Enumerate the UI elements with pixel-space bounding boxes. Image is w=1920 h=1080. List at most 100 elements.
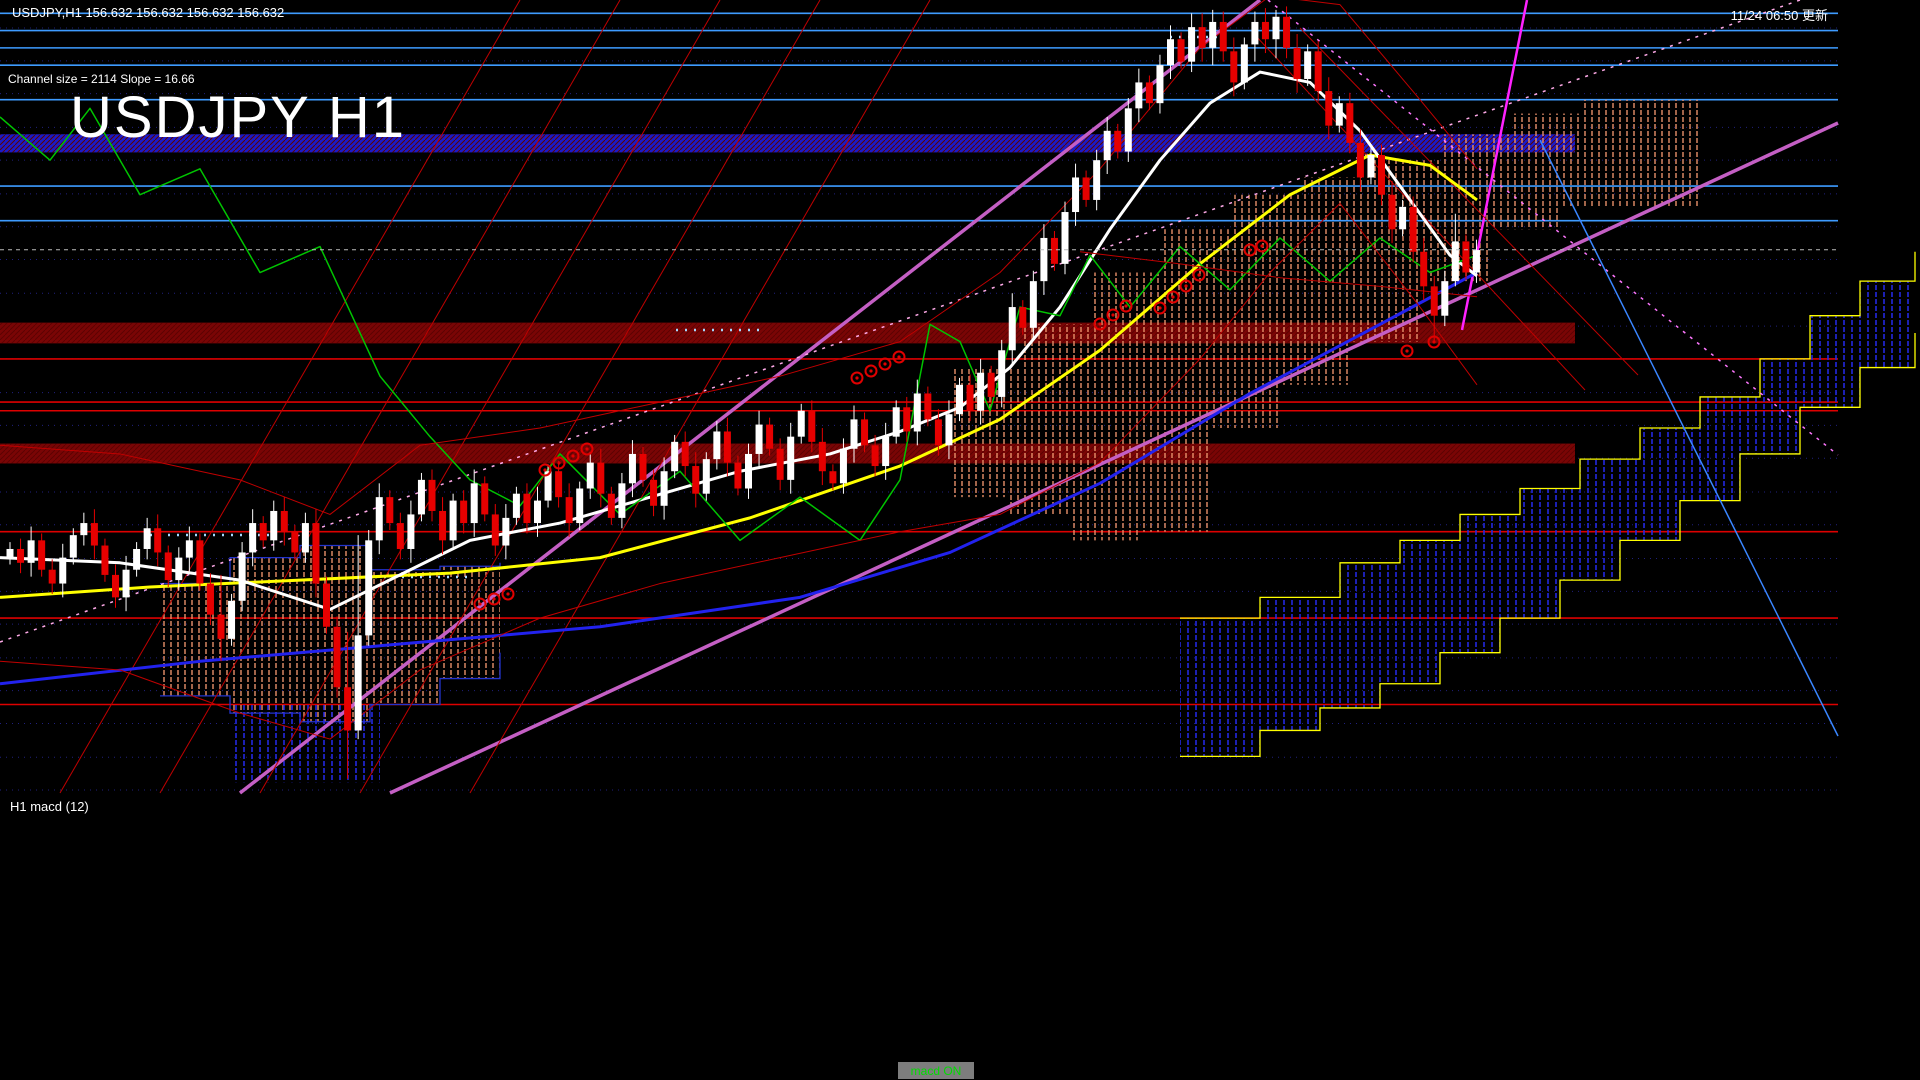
symbol-info: USDJPY,H1 156.632 156.632 156.632 156.63… xyxy=(12,5,284,20)
candle-body xyxy=(260,523,267,540)
candle-body xyxy=(38,540,45,569)
candle-body xyxy=(1304,51,1311,79)
candle-body xyxy=(70,535,77,557)
candle-body xyxy=(481,483,488,514)
candle-body xyxy=(861,419,868,445)
candle-body xyxy=(745,454,752,489)
candle-body xyxy=(587,463,594,489)
candle-body xyxy=(165,552,172,580)
candle-body xyxy=(1072,177,1079,212)
candle-body xyxy=(365,540,372,635)
candle-body xyxy=(123,570,130,598)
candle-body xyxy=(1146,82,1153,103)
signal-circle-dot xyxy=(897,355,900,358)
candle-body xyxy=(249,523,256,552)
candle-body xyxy=(1019,307,1026,328)
candle-body xyxy=(977,373,984,411)
candle-body xyxy=(566,497,573,523)
signal-circle-dot xyxy=(1405,349,1408,352)
candle-body xyxy=(840,449,847,484)
signal-circle-dot xyxy=(1098,322,1101,325)
candle-body xyxy=(133,549,140,570)
candle-body xyxy=(418,480,425,515)
candle-body xyxy=(502,518,509,546)
candle-body xyxy=(80,523,87,535)
candle-body xyxy=(1452,241,1459,281)
candle-body xyxy=(1167,39,1174,65)
trend-line[interactable] xyxy=(470,0,930,793)
candle-body xyxy=(1135,82,1142,108)
candle-body xyxy=(945,414,952,445)
candle-body xyxy=(756,425,763,454)
candle-body xyxy=(1325,91,1332,126)
signal-circle-dot xyxy=(1184,284,1187,287)
candle-body xyxy=(144,528,151,549)
candle-body xyxy=(629,454,636,483)
candle-body xyxy=(7,549,14,558)
candle-body xyxy=(1178,39,1185,61)
candle-body xyxy=(1378,155,1385,195)
candle-body xyxy=(608,494,615,518)
candle-body xyxy=(1030,281,1037,328)
signal-circle-dot xyxy=(1171,295,1174,298)
candle-body xyxy=(186,540,193,557)
candle-body xyxy=(967,385,974,411)
macd-on-button[interactable]: macd ON xyxy=(898,1062,974,1079)
candle-body xyxy=(1104,131,1111,160)
candle-body xyxy=(787,437,794,480)
candle-body xyxy=(935,419,942,445)
candle-body xyxy=(344,687,351,730)
candle-body xyxy=(355,635,362,730)
candle-body xyxy=(302,523,309,552)
candle-body xyxy=(1473,250,1480,272)
candle-body xyxy=(323,584,330,627)
price-chart-svg xyxy=(0,0,1920,1080)
signal-circle-dot xyxy=(883,362,886,365)
candle-body xyxy=(661,471,668,506)
signal-circle-dot xyxy=(869,369,872,372)
candle-body xyxy=(492,514,499,545)
candle-body xyxy=(798,411,805,437)
candle-body xyxy=(1199,27,1206,48)
chart-canvas[interactable] xyxy=(0,0,1920,1080)
update-timestamp: 11/24 06:50 更新 xyxy=(1731,5,1828,24)
candle-body xyxy=(777,449,784,480)
candle-body xyxy=(270,511,277,540)
candle-body xyxy=(312,523,319,583)
candle-body xyxy=(597,463,604,494)
candle-body xyxy=(903,407,910,431)
candle-body xyxy=(1336,103,1343,125)
candle-body xyxy=(1156,65,1163,103)
candle-body xyxy=(1083,177,1090,199)
candle-body xyxy=(471,483,478,523)
candle-body xyxy=(618,483,625,518)
mt4-chart-window: USDJPY,H1 156.632 156.632 156.632 156.63… xyxy=(0,0,1920,1080)
signal-circle-dot xyxy=(1197,273,1200,276)
candle-body xyxy=(196,540,203,583)
candle-body xyxy=(998,350,1005,397)
candle-body xyxy=(460,501,467,523)
candle-body xyxy=(407,514,414,549)
candle-body xyxy=(1241,44,1248,82)
candle-body xyxy=(956,385,963,414)
candle-body xyxy=(682,442,689,466)
candle-body xyxy=(1273,17,1280,39)
signal-circle-dot xyxy=(506,592,509,595)
signal-circle-dot xyxy=(571,454,574,457)
candle-body xyxy=(1420,252,1427,287)
candle-body xyxy=(450,501,457,541)
signal-circle-dot xyxy=(1248,248,1251,251)
candle-body xyxy=(988,373,995,397)
candle-body xyxy=(291,532,298,553)
candle-body xyxy=(555,471,562,497)
candle-body xyxy=(1220,22,1227,51)
candle-body xyxy=(376,497,383,540)
signal-circle-dot xyxy=(1260,244,1263,247)
candle-body xyxy=(1357,143,1364,178)
candle-body xyxy=(228,601,235,639)
candle-body xyxy=(576,489,583,524)
candle-body xyxy=(1051,238,1058,264)
candle-body xyxy=(439,511,446,540)
signal-circle-dot xyxy=(1111,313,1114,316)
signal-circle-dot xyxy=(1158,306,1161,309)
